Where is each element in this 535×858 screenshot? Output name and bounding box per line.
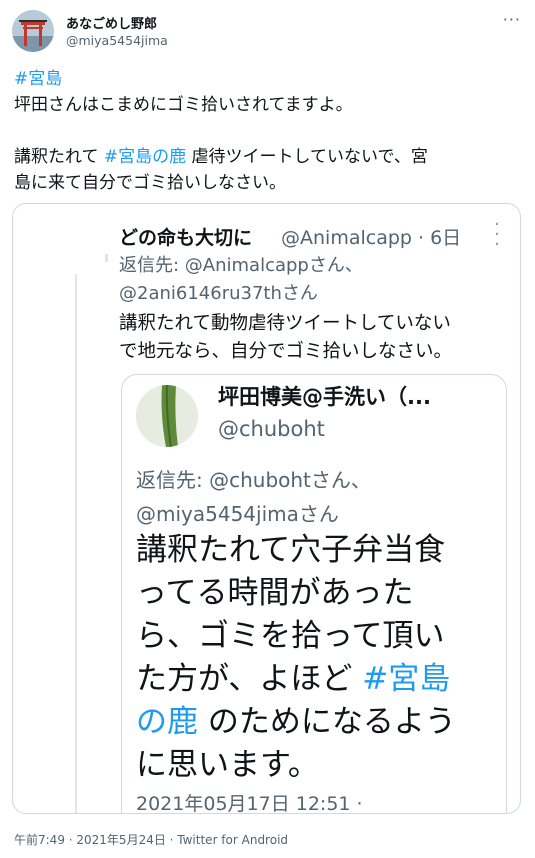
quoted-tweet-card: 坪田博美@手洗い（... @chuboht 返信先: @chubohtさん、 @…: [121, 374, 507, 814]
text-line: #宮島: [14, 66, 524, 92]
hashtag-text: の鹿: [136, 704, 198, 740]
hashtag-link[interactable]: #宮島の鹿: [104, 147, 186, 167]
author-handle[interactable]: @miya5454jima: [66, 33, 168, 48]
screenshot-author-handle: @Animalcapp · 6日: [281, 227, 462, 249]
hashtag-text: #宮島: [362, 661, 451, 697]
reply-line: @miya5454jimaさん: [136, 502, 339, 526]
body-line: 講釈たれて動物虐待ツイートしていない: [119, 313, 451, 334]
text-segment: 講釈たれて穴子弁当食: [136, 532, 446, 568]
torii-photo: [12, 10, 54, 52]
quoted-author-handle: @chuboht: [218, 417, 325, 441]
quoted-body-line: ら、ゴミを拾って頂い: [136, 615, 456, 658]
quoted-avatar: [136, 385, 198, 447]
text-line: 島に来て自分でゴミ拾いしなさい。: [14, 170, 524, 196]
reply-line: @2ani6146ru37thさん: [119, 283, 318, 304]
text-segment: 講釈たれて: [14, 147, 104, 167]
screenshot-more-icon: · · ·: [494, 214, 500, 255]
quoted-body-line: に思います。: [136, 744, 456, 787]
text-segment: ってる時間があった: [136, 575, 414, 611]
thread-line: [75, 274, 77, 813]
quoted-body-line: ってる時間があった: [136, 572, 456, 615]
screenshot-tweet-body: 講釈たれて動物虐待ツイートしていない で地元なら、自分でゴミ拾いしなさい。: [119, 310, 452, 366]
screenshot-image: どの命も大切に @Animalcapp · 6日 · · · 返信先: @Anima…: [13, 204, 520, 813]
text-segment: 島に来て自分でゴミ拾いしなさい。: [14, 173, 286, 193]
quoted-body-line: 講釈たれて穴子弁当食: [136, 529, 456, 572]
text-line: 講釈たれて #宮島の鹿 虐待ツイートしていないで、宮: [14, 144, 524, 170]
tweet-text: #宮島 坪田さんはこまめにゴミ拾いされてますよ。 講釈たれて #宮島の鹿 虐待ツイー…: [14, 66, 524, 196]
quoted-reply-to: 返信先: @chubohtさん、 @miya5454jimaさん: [136, 463, 371, 531]
reply-line: 返信先: @Animalcappさん、: [119, 255, 363, 276]
text-line: 坪田さんはこまめにゴミ拾いされてますよ。: [14, 92, 524, 118]
text-segment: た方が、よほど: [136, 661, 363, 697]
screenshot-reply-to: 返信先: @Animalcappさん、 @2ani6146ru37thさん: [119, 252, 363, 308]
reply-line: 返信先: @chubohtさん、: [136, 468, 371, 492]
screenshot-author-name: どの命も大切に: [119, 227, 253, 249]
text-segment: 坪田さんはこまめにゴミ拾いされてますよ。: [14, 95, 353, 115]
tweet-timestamp[interactable]: 午前7:49 · 2021年5月24日 · Twitter for Androi…: [14, 831, 288, 848]
text-segment: ら、ゴミを拾って頂い: [136, 618, 445, 654]
attached-image[interactable]: どの命も大切に @Animalcapp · 6日 · · · 返信先: @Anima…: [12, 203, 521, 814]
quoted-date: 2021年05月17日 12:51 ·: [136, 793, 363, 814]
quoted-tweet-body: 講釈たれて穴子弁当食 ってる時間があった ら、ゴミを拾って頂い た方が、よほど #宮島…: [136, 529, 456, 787]
quoted-body-line: た方が、よほど #宮島: [136, 658, 456, 701]
author-avatar[interactable]: [12, 10, 54, 52]
text-segment: に思います。: [136, 747, 319, 783]
more-horizontal-icon[interactable]: ···: [503, 10, 521, 29]
cucumber-photo: [136, 385, 198, 447]
text-segment: 虐待ツイートしていないで、宮: [186, 147, 428, 167]
hashtag-link[interactable]: #宮島: [14, 69, 62, 89]
quoted-author-name: 坪田博美@手洗い（...: [218, 385, 431, 409]
quoted-body-line: の鹿 のためになるよう: [136, 701, 456, 744]
thread-dot: [105, 254, 108, 262]
author-name[interactable]: あなごめし野郎: [66, 13, 157, 32]
text-segment: のためになるよう: [198, 704, 456, 740]
body-line: で地元なら、自分でゴミ拾いしなさい。: [119, 341, 453, 362]
